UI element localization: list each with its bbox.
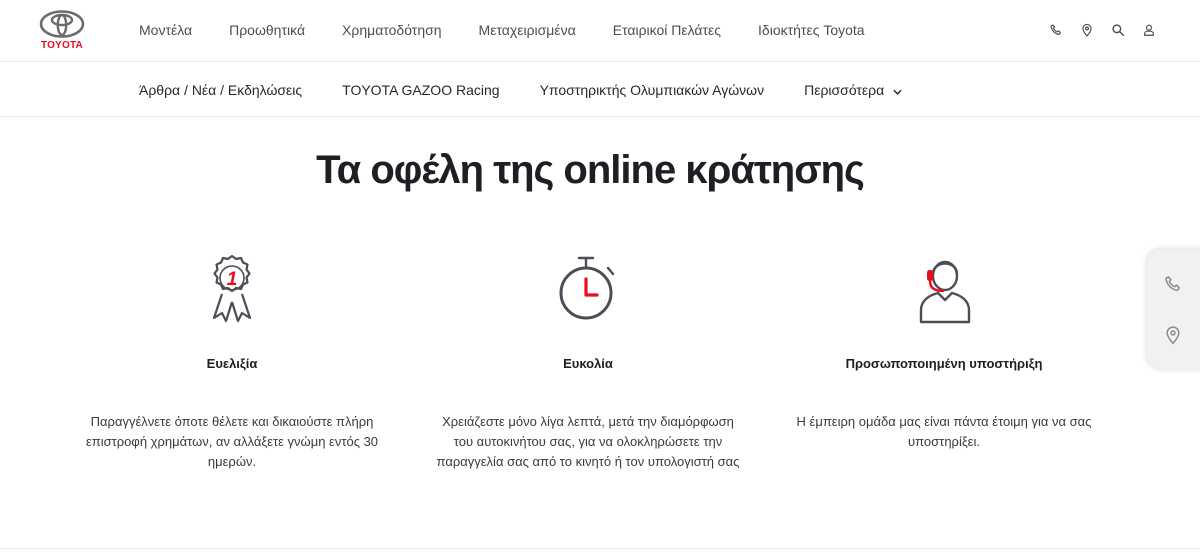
subnav-olympic-supporter[interactable]: Υποστηρικτής Ολυμπιακών Αγώνων <box>540 82 765 98</box>
nav-business-customers[interactable]: Εταιρικοί Πελάτες <box>613 22 721 38</box>
utility-icons <box>1048 22 1172 38</box>
benefit-description: Χρειάζεστε μόνο λίγα λεπτά, μετά την δια… <box>436 414 740 469</box>
nav-toyota-owners[interactable]: Ιδιοκτήτες Toyota <box>758 22 865 38</box>
benefit-title: Προσωποποιημένη υποστήριξη <box>845 356 1043 371</box>
location-pin-icon[interactable] <box>1163 325 1183 345</box>
nav-used-cars[interactable]: Μεταχειρισμένα <box>479 22 576 38</box>
phone-icon[interactable] <box>1163 274 1183 294</box>
benefit-title: Ευελιξία <box>206 356 258 371</box>
toyota-emblem-icon <box>39 10 85 38</box>
toyota-logo[interactable]: TOYOTA <box>36 10 88 52</box>
sub-navigation: Άρθρα / Νέα / Εκδηλώσεις TOYOTA GAZOO Ra… <box>0 63 1200 117</box>
benefit-ease: Ευκολία Χρειάζεστε μόνο λίγα λεπτά, μετά… <box>418 252 758 472</box>
phone-icon[interactable] <box>1048 22 1064 38</box>
nav-offers[interactable]: Προωθητικά <box>229 22 305 38</box>
benefit-title: Ευκολία <box>563 356 613 371</box>
award-ribbon-icon: 1 <box>62 252 402 326</box>
sub-menu: Άρθρα / Νέα / Εκδηλώσεις TOYOTA GAZOO Ra… <box>139 82 942 98</box>
user-icon[interactable] <box>1141 22 1157 38</box>
benefit-description: Παραγγέλνετε όποτε θέλετε και δικαιούστε… <box>85 414 379 469</box>
brand-name: TOYOTA <box>41 40 83 51</box>
benefit-personal-support: Προσωποποιημένη υποστήριξη Η έμπειρη ομά… <box>774 252 1114 452</box>
stopwatch-icon <box>418 252 758 326</box>
support-agent-icon <box>774 252 1114 326</box>
nav-models[interactable]: Μοντέλα <box>139 22 192 38</box>
benefit-description: Η έμπειρη ομάδα μας είναι πάντα έτοιμη γ… <box>796 414 1092 449</box>
section-divider <box>0 548 1200 549</box>
nav-financing[interactable]: Χρηματοδότηση <box>342 22 442 38</box>
floating-contact-widget <box>1147 249 1200 369</box>
top-navigation: TOYOTA Μοντέλα Προωθητικά Χρηματοδότηση … <box>0 0 1200 62</box>
main-menu: Μοντέλα Προωθητικά Χρηματοδότηση Μεταχει… <box>139 22 902 38</box>
search-icon[interactable] <box>1110 22 1126 38</box>
benefit-flexibility: 1 Ευελιξία Παραγγέλνετε όποτε θέλετε και… <box>62 252 402 472</box>
subnav-articles-news-events[interactable]: Άρθρα / Νέα / Εκδηλώσεις <box>139 82 302 98</box>
award-badge-number: 1 <box>227 269 238 290</box>
section-title: Τα οφέλη της online κράτησης <box>316 148 865 192</box>
subnav-more-dropdown[interactable]: Περισσότερα <box>804 82 902 98</box>
subnav-more-label: Περισσότερα <box>804 82 885 98</box>
chevron-down-icon <box>893 82 902 98</box>
subnav-gazoo-racing[interactable]: TOYOTA GAZOO Racing <box>342 82 499 98</box>
location-pin-icon[interactable] <box>1079 22 1095 38</box>
